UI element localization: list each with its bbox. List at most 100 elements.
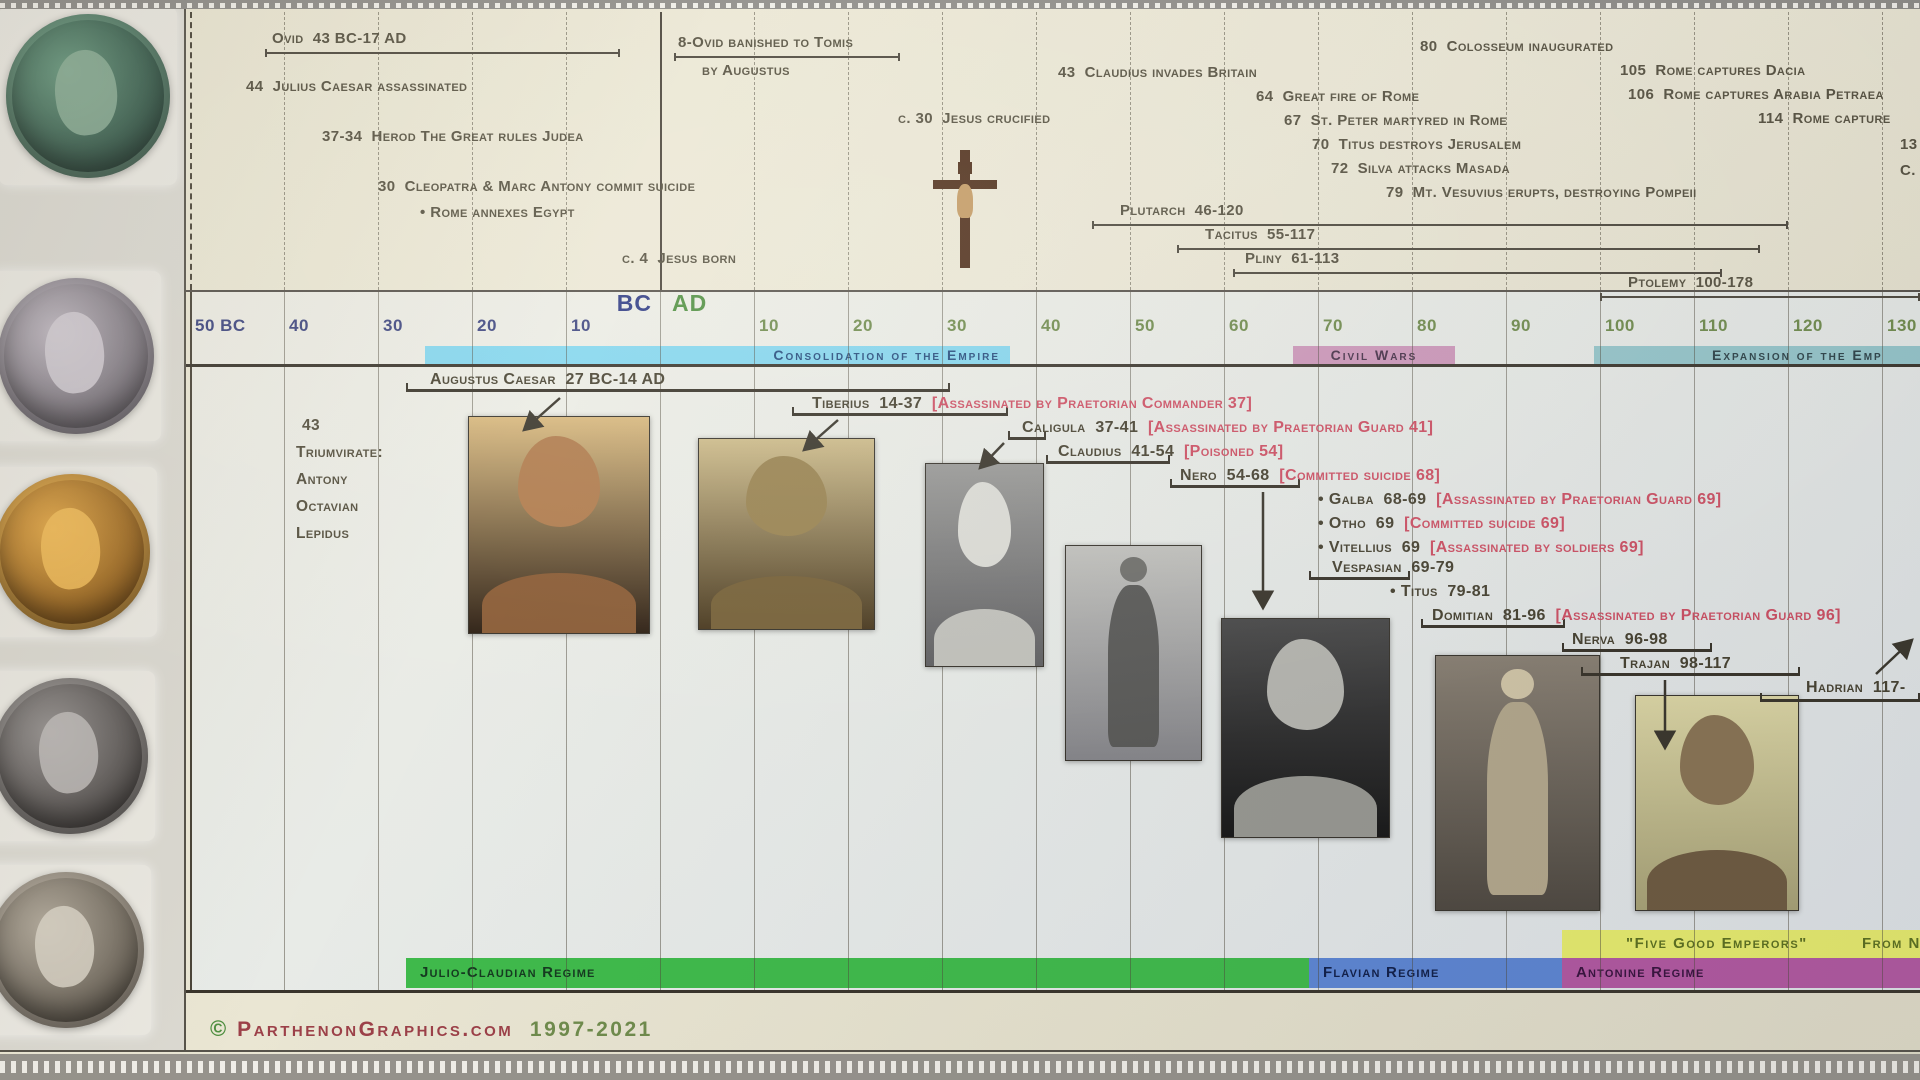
event-label: 105 Rome captures Dacia [1620, 62, 1805, 79]
writer-label: Pliny 61-113 [1245, 250, 1339, 267]
event-label: 106 Rome captures Arabia Petraea [1628, 86, 1884, 103]
bust-head [958, 482, 1012, 567]
event-label: 64 Great fire of Rome [1256, 88, 1419, 105]
triumvirate-member: Lepidus [296, 520, 383, 547]
emperor-name: Caligula 37-41 [1022, 419, 1148, 436]
portrait-caligula [925, 463, 1044, 667]
coin-emperor-profile [29, 903, 99, 992]
copyright-years: 1997-2021 [530, 1018, 653, 1041]
triumvirate-member: Octavian [296, 493, 383, 520]
horizontal-rule [184, 364, 1920, 367]
emperor-label-tiberius: Tiberius 14-37 [Assassinated by Praetori… [812, 395, 1252, 413]
coin-gold [0, 474, 150, 630]
emperor-label-vitellius: • Vitellius 69 [Assassinated by soldiers… [1318, 539, 1644, 557]
decade-gridline-chart [754, 290, 755, 990]
emperor-name: Vespasian 69-79 [1332, 559, 1454, 576]
event-label: 37-34 Herod The Great rules Judea [322, 128, 584, 145]
reign-bar-vespasian [1309, 577, 1410, 580]
poster-bottom-frame [0, 1050, 1920, 1052]
coin-emperor-profile [50, 46, 124, 139]
reign-bar-claudius [1046, 461, 1170, 464]
emperor-label-caligula: Caligula 37-41 [Assassinated by Praetori… [1022, 419, 1433, 437]
decade-gridline-chart [660, 290, 661, 990]
regime-band-antonine-regime: Antonine Regime [1562, 958, 1920, 988]
bust-shoulders [711, 576, 862, 630]
five-good-from-label: From Ner [1862, 930, 1920, 958]
axis-tick-label: 90 [1511, 316, 1531, 336]
coin-emperor-profile [33, 709, 103, 798]
bc-era-label: BC [594, 290, 652, 317]
axis-tick-label: 100 [1605, 316, 1635, 336]
writer-lifespan-line [1092, 224, 1788, 226]
timeline-poster: BC AD 43 Triumvirate: Antony Octavian Le… [0, 0, 1920, 1080]
emperor-label-domitian: Domitian 81-96 [Assassinated by Praetori… [1432, 607, 1841, 625]
emperor-name: • Vitellius 69 [1318, 539, 1430, 556]
event-label: 70 Titus destroys Jerusalem [1312, 136, 1521, 153]
poster-left-frame [184, 9, 186, 1052]
decade-gridline-events [848, 12, 849, 290]
emperor-name: Nerva 96-98 [1572, 631, 1668, 648]
axis-tick-label: 120 [1793, 316, 1823, 336]
writer-label: Ptolemy 100-178 [1628, 274, 1753, 291]
event-label: 44 Julius Caesar assassinated [246, 78, 467, 95]
emperor-name: • Titus 79-81 [1390, 583, 1490, 600]
reign-bar-augustus [406, 389, 950, 392]
emperor-fate-note: [Committed suicide 69] [1404, 515, 1565, 532]
era-band-expansion-of-the-emp: Expansion of the Emp [1594, 346, 1920, 364]
event-underline [674, 56, 900, 58]
decade-gridline-chart [378, 290, 379, 990]
emperor-name: • Otho 69 [1318, 515, 1404, 532]
emperor-label-trajan: Trajan 98-117 [1620, 655, 1731, 673]
era-band-consolidation-of-the-empire: Consolidation of the Empire [425, 346, 1010, 364]
triumvirate-year: 43 [296, 412, 383, 439]
ad-era-label: AD [672, 290, 707, 317]
emperor-fate-note: [Committed suicide 68] [1279, 467, 1440, 484]
emperor-fate-note: [Assassinated by Praetorian Commander 37… [932, 395, 1252, 412]
emperor-fate-note: [Assassinated by Praetorian Guard 69] [1436, 491, 1721, 508]
emperor-name: • Galba 68-69 [1318, 491, 1436, 508]
axis-tick-label: 60 [1229, 316, 1249, 336]
portrait-vespasian [1435, 655, 1600, 911]
triumvirate-member: Antony [296, 466, 383, 493]
emperor-label-titus: • Titus 79-81 [1390, 583, 1490, 601]
decade-gridline-events [190, 12, 192, 290]
emperor-name: Tiberius 14-37 [812, 395, 932, 412]
regime-band-julio-claudian-regime: Julio-Claudian Regime [406, 958, 1309, 988]
axis-tick-label: 50 BC [195, 316, 246, 336]
event-label: 8-Ovid banished to Tomis [678, 34, 853, 51]
portrait-augustus [468, 416, 650, 634]
crucifix-title-board [958, 162, 972, 174]
axis-tick-label: 110 [1699, 316, 1728, 336]
decade-gridline-chart [190, 290, 192, 990]
copyright-icon: © [210, 1016, 229, 1041]
emperor-label-hadrian: Hadrian 117- [1806, 679, 1906, 697]
decade-gridline-chart [284, 290, 285, 990]
decade-gridline-events [660, 12, 662, 290]
axis-tick-label: 10 [759, 316, 779, 336]
portrait-tiberius [698, 438, 875, 630]
emperor-label-otho: • Otho 69 [Committed suicide 69] [1318, 515, 1565, 533]
film-strip-top [0, 0, 1920, 9]
horizontal-rule [184, 990, 1920, 993]
publisher-name: ParthenonGraphics.com [237, 1018, 513, 1041]
statue-body [1487, 702, 1549, 895]
decade-gridline-chart [1412, 290, 1413, 990]
emperor-label-augustus: Augustus Caesar 27 BC-14 AD [430, 371, 665, 389]
emperor-label-nero: Nero 54-68 [Committed suicide 68] [1180, 467, 1440, 485]
decade-gridline-events [1036, 12, 1037, 290]
axis-tick-label: 20 [853, 316, 873, 336]
decade-gridline-events [1130, 12, 1131, 290]
axis-tick-label: 30 [383, 316, 403, 336]
bust-shoulders [934, 609, 1035, 667]
emperor-label-claudius: Claudius 41-54 [Poisoned 54] [1058, 443, 1283, 461]
reign-bar-nero [1170, 485, 1300, 488]
portrait-claudius [1065, 545, 1202, 761]
axis-tick-label: 50 [1135, 316, 1155, 336]
event-label: 80 Colosseum inaugurated [1420, 38, 1613, 55]
decade-gridline-events [1788, 12, 1789, 290]
emperor-name: Claudius 41-54 [1058, 443, 1184, 460]
emperor-name: Trajan 98-117 [1620, 655, 1731, 672]
event-label: 67 St. Peter martyred in Rome [1284, 112, 1507, 129]
five-good-emperors-band: "Five Good Emperors"From Ner [1562, 930, 1920, 958]
reign-bar-tiberius [792, 413, 1008, 416]
